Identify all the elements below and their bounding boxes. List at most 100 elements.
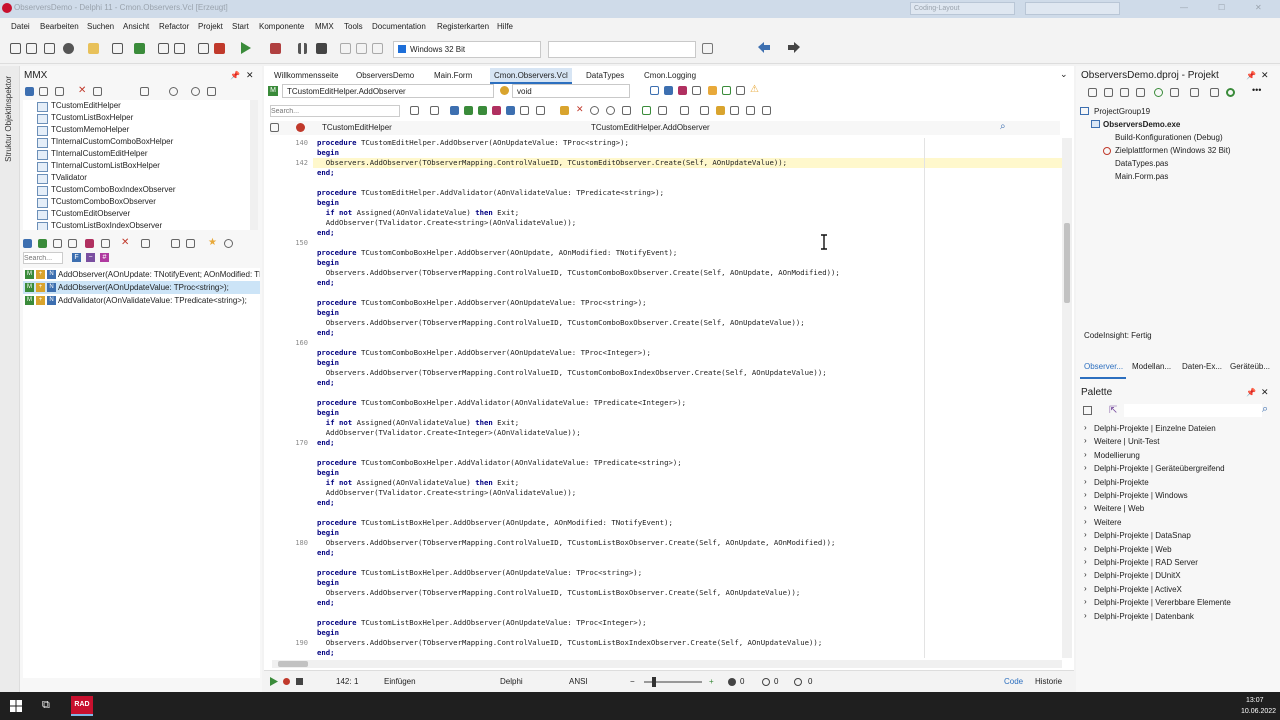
proj-tool-2-icon[interactable]	[1104, 88, 1113, 97]
member-delete-icon[interactable]: ✕	[121, 237, 129, 248]
run-without-debug-icon[interactable]	[270, 43, 281, 54]
menu-datei[interactable]: Datei	[11, 22, 30, 31]
project-file-main-form[interactable]: Main.Form.pas	[1115, 172, 1168, 181]
minimize-button[interactable]: —	[1180, 3, 1188, 12]
close-button[interactable]: ✕	[1255, 3, 1262, 12]
project-group[interactable]: ProjectGroup19	[1094, 107, 1150, 116]
expand-arrow-icon[interactable]: ›	[1084, 530, 1087, 539]
panel-close-icon[interactable]: ✕	[246, 70, 254, 81]
tree-item[interactable]: TCustomListBoxIndexObserver	[23, 220, 257, 230]
mmx-add-class-icon[interactable]	[25, 87, 34, 96]
run-to-cursor-icon[interactable]	[372, 43, 383, 54]
member-strict-icon[interactable]	[85, 239, 94, 248]
menu-ansicht[interactable]: Ansicht	[123, 22, 149, 31]
palette-category-icon[interactable]	[1083, 406, 1092, 415]
project-exe[interactable]: ObserversDemo.exe	[1103, 120, 1180, 129]
open-project-icon[interactable]	[88, 43, 99, 54]
pin-icon[interactable]: 📌	[230, 71, 240, 80]
forward-arrow-icon[interactable]	[788, 42, 800, 53]
jump-icon[interactable]	[650, 86, 659, 95]
editor-tool-1-icon[interactable]	[410, 106, 419, 115]
windows-start-icon[interactable]	[10, 700, 22, 712]
member-protected-icon[interactable]	[53, 239, 62, 248]
editor-delete-icon[interactable]: ✕	[576, 104, 584, 115]
code-hscrollbar[interactable]	[272, 660, 1062, 668]
member-favorite-icon[interactable]: ★	[208, 237, 217, 248]
menu-tools[interactable]: Tools	[344, 22, 363, 31]
menu-registerkarten[interactable]: Registerkarten	[437, 22, 489, 31]
tab-code[interactable]: Code	[1004, 677, 1023, 686]
save-icon[interactable]	[134, 43, 145, 54]
expand-arrow-icon[interactable]: ›	[1084, 503, 1087, 512]
expand-arrow-icon[interactable]: ›	[1084, 557, 1087, 566]
palette-item[interactable]: Delphi-Projekte | Geräteübergreifend	[1094, 464, 1225, 473]
view-form-icon[interactable]	[198, 43, 209, 54]
trace-into-icon[interactable]	[356, 43, 367, 54]
editor-tool-6-icon[interactable]	[492, 106, 501, 115]
palette-item[interactable]: Weitere	[1094, 518, 1121, 527]
member-edit-icon[interactable]	[101, 239, 110, 248]
palette-item[interactable]: Delphi-Projekte | DUnitX	[1094, 571, 1181, 580]
member-view-icon[interactable]	[141, 239, 150, 248]
run-icon[interactable]	[240, 42, 251, 54]
copy-icon[interactable]	[692, 86, 701, 95]
project-target-platforms[interactable]: Zielplattformen (Windows 32 Bit)	[1115, 146, 1231, 155]
palette-search-icon[interactable]: ⌕	[1262, 403, 1268, 416]
menu-hilfe[interactable]: Hilfe	[497, 22, 513, 31]
new-file-icon[interactable]	[10, 43, 21, 54]
run-method-icon[interactable]	[722, 86, 731, 95]
record-icon[interactable]	[283, 678, 290, 685]
method-combo[interactable]: TCustomEditHelper.AddObserver	[282, 84, 494, 98]
record-stop-icon[interactable]	[296, 678, 303, 685]
new-items-icon[interactable]	[26, 43, 37, 54]
member-history-icon[interactable]	[224, 239, 233, 248]
tree-item[interactable]: TValidator	[23, 172, 257, 184]
expand-arrow-icon[interactable]: ›	[1084, 570, 1087, 579]
mmx-add-field-icon[interactable]	[39, 87, 48, 96]
code-view[interactable]: 140 142 150 160 170 180 190 procedure TCustomE…	[264, 138, 1062, 658]
expand-arrow-icon[interactable]: ›	[1084, 597, 1087, 606]
nw-icon[interactable]	[664, 86, 673, 95]
mmx-sort-icon[interactable]	[93, 87, 102, 96]
menu-bearbeiten[interactable]: Bearbeiten	[40, 22, 79, 31]
zoom-out-icon[interactable]: −	[630, 677, 635, 686]
palette-item[interactable]: Delphi-Projekte | Einzelne Dateien	[1094, 424, 1216, 433]
tree-item[interactable]: TCustomComboBoxIndexObserver	[23, 184, 257, 196]
member-bookmark-icon[interactable]	[186, 239, 195, 248]
menu-komponente[interactable]: Komponente	[259, 22, 304, 31]
editor-tool-9-icon[interactable]	[536, 106, 545, 115]
editor-tool-7-icon[interactable]	[506, 106, 515, 115]
palette-item[interactable]: Delphi-Projekte | ActiveX	[1094, 585, 1182, 594]
proj-tool-6-icon[interactable]	[1190, 88, 1199, 97]
tab-observer[interactable]: Observer...	[1084, 362, 1123, 371]
proj-tool-5-icon[interactable]	[1170, 88, 1179, 97]
palette-item[interactable]: Delphi-Projekte | Vererbbare Elemente	[1094, 598, 1231, 607]
editor-tool-8-icon[interactable]	[520, 106, 529, 115]
member-filter-hash-icon[interactable]: #	[100, 253, 109, 262]
tab-cmon-logging[interactable]: Cmon.Logging	[640, 68, 700, 84]
expand-arrow-icon[interactable]: ›	[1084, 423, 1087, 432]
menu-refactor[interactable]: Refactor	[159, 22, 189, 31]
editor-tool-15-icon[interactable]	[700, 106, 709, 115]
tabs-dropdown-icon[interactable]: ⌄	[1060, 69, 1068, 80]
layout-combo[interactable]: Coding-Layout	[910, 2, 1015, 15]
proj-build-icon[interactable]	[1226, 88, 1235, 97]
expand-arrow-icon[interactable]: ›	[1084, 611, 1087, 620]
proj-tool-1-icon[interactable]	[1088, 88, 1097, 97]
tab-datatypes[interactable]: DataTypes	[582, 68, 628, 84]
tab-daten-explorer[interactable]: Daten-Ex...	[1182, 362, 1222, 371]
proj-sync-icon[interactable]	[1154, 88, 1163, 97]
rad-studio-taskbar-button[interactable]: RAD	[71, 696, 93, 716]
zoom-in-icon[interactable]: +	[709, 677, 714, 686]
record-play-icon[interactable]	[270, 677, 278, 686]
expand-arrow-icon[interactable]: ›	[1084, 584, 1087, 593]
deploy-icon[interactable]	[702, 43, 713, 54]
tree-item[interactable]: TCustomListBoxHelper	[23, 112, 257, 124]
code-scrollbar[interactable]	[1062, 138, 1072, 658]
tree-item[interactable]: TInternalCustomComboBoxHelper	[23, 136, 257, 148]
tree-item[interactable]: TInternalCustomEditHelper	[23, 148, 257, 160]
member-filter-f-icon[interactable]: F	[72, 253, 81, 262]
editor-tool-13-icon[interactable]	[658, 106, 667, 115]
platform-combo[interactable]: Windows 32 Bit	[393, 41, 541, 58]
pause-icon[interactable]	[298, 43, 307, 54]
